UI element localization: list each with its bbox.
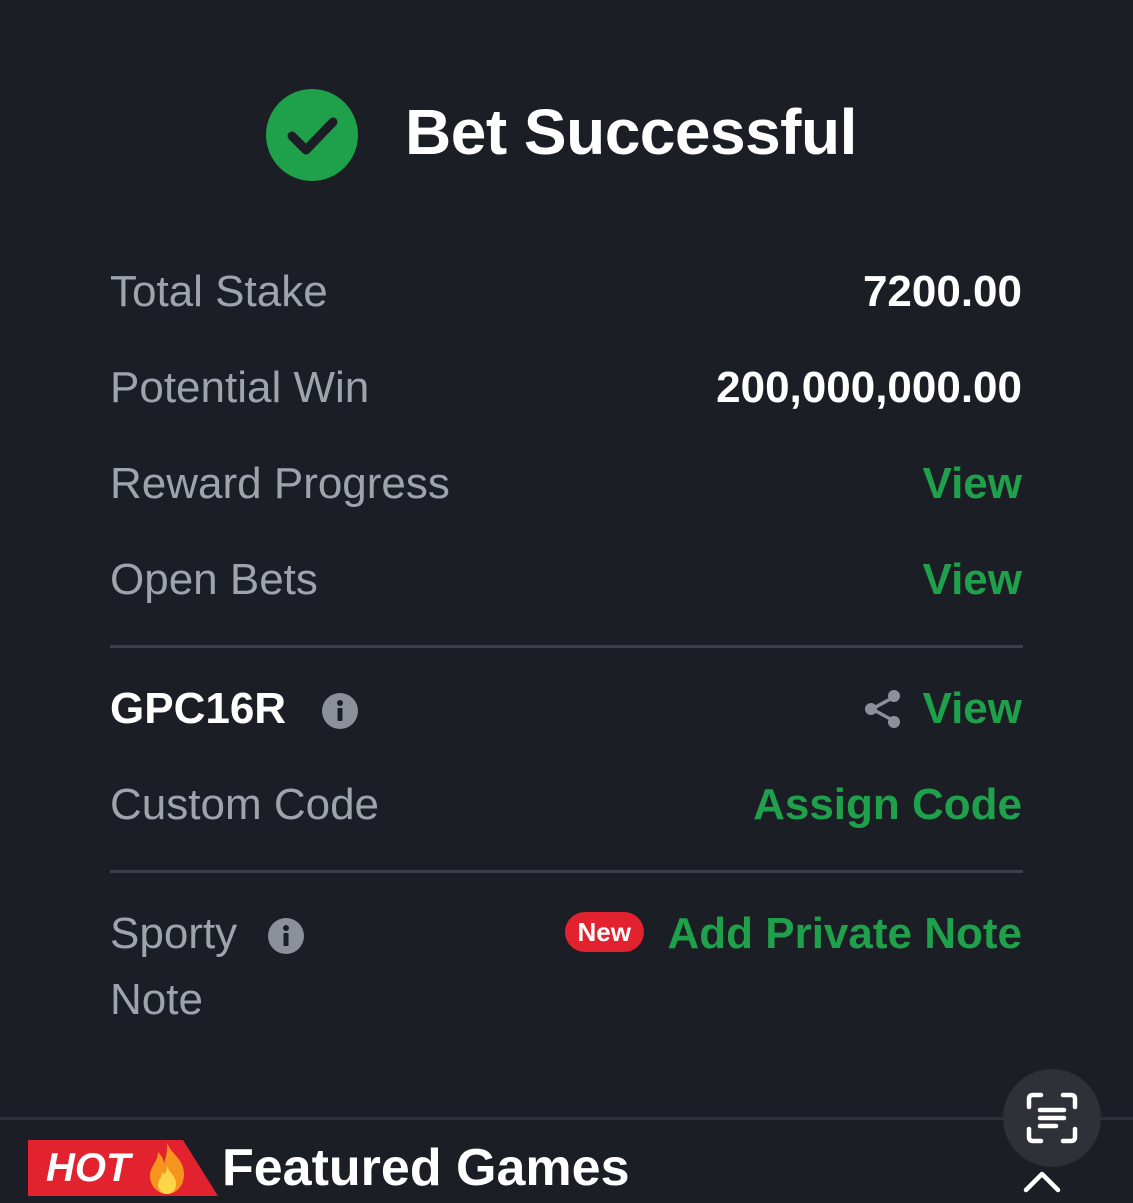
total-stake-label: Total Stake [110,267,328,316]
open-bets-view-link[interactable]: View [923,552,1022,608]
potential-win-value: 200,000,000.00 [716,363,1022,412]
booking-code-view-link[interactable]: View [923,681,1022,737]
scan-text-button[interactable] [1003,1069,1101,1167]
add-private-note-link[interactable]: Add Private Note [667,906,1022,962]
success-header: Bet Successful [0,84,1133,181]
assign-code-link[interactable]: Assign Code [753,777,1022,833]
reward-progress-label: Reward Progress [110,459,450,508]
total-stake-value: 7200.00 [862,267,1022,316]
potential-win-label: Potential Win [110,363,370,412]
sporty-note-label: Sporty [110,909,238,958]
check-circle-icon [266,89,358,181]
featured-games-bar: HOT Featured Games [0,1117,1133,1203]
info-icon[interactable] [322,693,358,729]
share-icon[interactable] [864,689,902,729]
page-title: Bet Successful [405,96,857,168]
hot-badge: HOT [28,1140,218,1196]
featured-games-title: Featured Games [222,1139,630,1197]
scan-text-icon [1026,1092,1078,1144]
booking-code: GPC16R [110,684,287,733]
open-bets-label: Open Bets [110,555,318,604]
divider [110,645,1023,648]
sporty-note-row: Sporty Note New Add Private Note [110,906,1022,1036]
reward-progress-view-link[interactable]: View [923,456,1022,512]
hot-badge-label: HOT [46,1146,131,1190]
chevron-up-icon[interactable] [1022,1164,1062,1194]
custom-code-label: Custom Code [110,780,380,829]
flame-icon [150,1142,184,1194]
divider [110,870,1023,873]
sporty-note-label-line2: Note [110,975,203,1024]
new-badge: New [564,912,644,952]
info-icon[interactable] [268,918,304,954]
